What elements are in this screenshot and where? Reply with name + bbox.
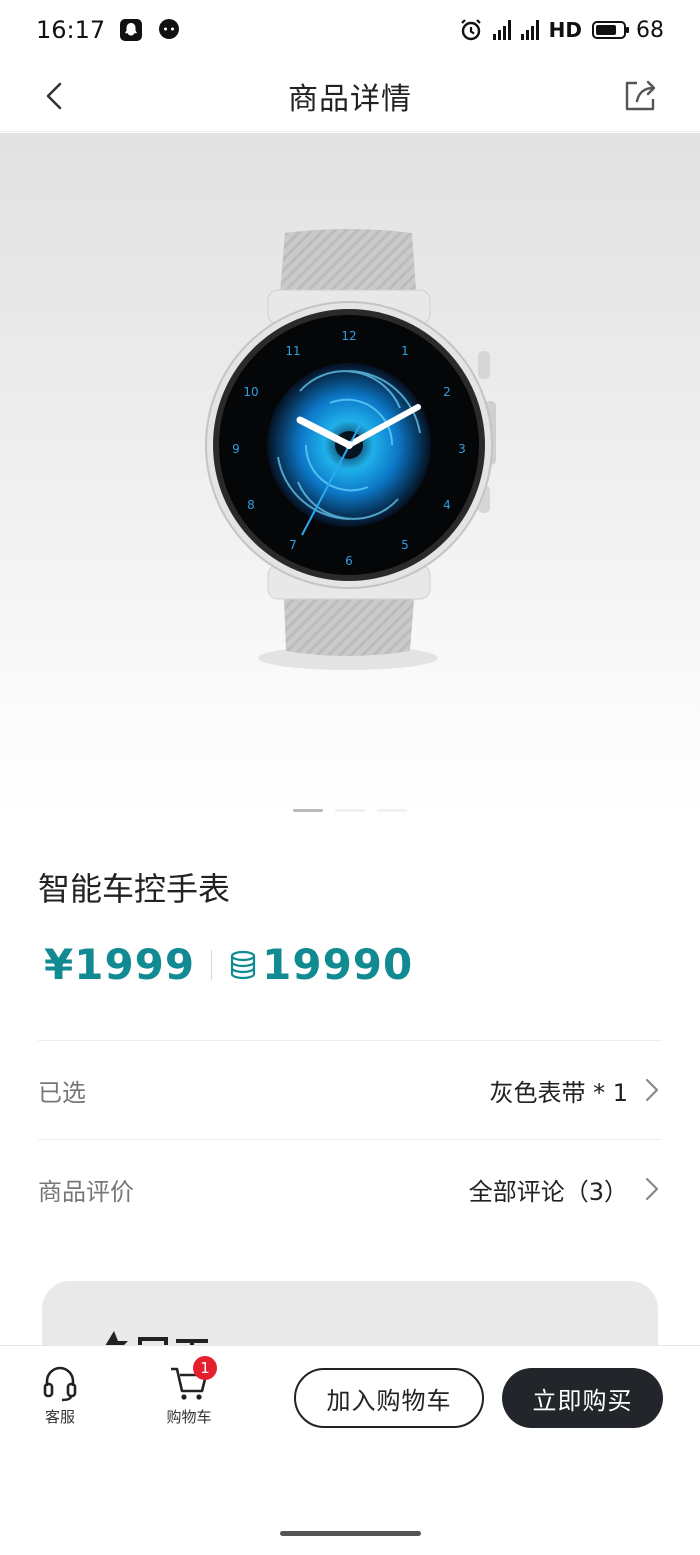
- watch-number: 1: [401, 344, 409, 358]
- status-bar: 16:17 HD 68: [0, 0, 700, 60]
- reviews-label: 商品评价: [38, 1177, 134, 1206]
- selected-spec-row[interactable]: 已选 灰色表带 * 1: [38, 1050, 662, 1130]
- carousel-dot: [377, 809, 407, 812]
- status-time: 16:17: [36, 16, 106, 44]
- bottom-action-bar: 客服 1 购物车 加入购物车 立即购买: [0, 1345, 700, 1555]
- price-cny: ¥1999: [44, 940, 196, 989]
- watch-number: 5: [401, 538, 409, 552]
- add-to-cart-button[interactable]: 加入购物车: [294, 1368, 484, 1428]
- price-points: 19990: [262, 940, 414, 989]
- home-indicator[interactable]: [280, 1531, 421, 1536]
- reviews-row[interactable]: 商品评价 全部评论（3）: [38, 1149, 662, 1229]
- watch-number: 8: [247, 498, 255, 512]
- customer-service-button[interactable]: 客服: [25, 1364, 95, 1427]
- alarm-icon: [460, 19, 481, 41]
- cart-label: 购物车: [166, 1408, 212, 1426]
- selected-label: 已选: [38, 1078, 86, 1107]
- cart-badge: 1: [193, 1356, 217, 1380]
- watch-number: 7: [289, 538, 297, 552]
- price-row: ¥1999 19990: [44, 940, 413, 989]
- watch-number: 3: [458, 442, 466, 456]
- watch-number: 2: [443, 385, 451, 399]
- share-icon: [625, 80, 656, 111]
- back-button[interactable]: [34, 76, 74, 116]
- carousel-dot: [293, 809, 323, 812]
- watch-number: 6: [345, 554, 353, 568]
- product-name: 智能车控手表: [38, 870, 231, 908]
- battery-icon: [592, 21, 629, 39]
- headset-icon: [43, 1366, 77, 1402]
- coins-icon: [231, 950, 256, 979]
- carousel-indicator: [0, 809, 700, 812]
- signal-5g-icon: [520, 20, 539, 40]
- watch-number: 12: [341, 329, 356, 343]
- selected-value: 灰色表带 * 1: [489, 1078, 628, 1107]
- smartwatch-photo: 12 1 2 3 4 5 6 7 8 9 10 11: [205, 229, 496, 670]
- chevron-right-icon: [645, 1078, 659, 1102]
- customer-service-label: 客服: [44, 1408, 75, 1426]
- carousel-dot: [335, 809, 365, 812]
- chevron-left-icon: [46, 82, 62, 110]
- product-image[interactable]: 12 1 2 3 4 5 6 7 8 9 10 11: [0, 133, 700, 815]
- chevron-right-icon: [645, 1177, 659, 1201]
- share-button[interactable]: [618, 74, 662, 118]
- battery-level: 68: [636, 17, 664, 43]
- nav-bar: 商品详情: [0, 60, 700, 132]
- watch-number: 9: [232, 442, 240, 456]
- cart-button[interactable]: 1 购物车: [154, 1356, 224, 1427]
- reviews-value: 全部评论（3）: [468, 1177, 628, 1206]
- divider: [38, 1139, 662, 1140]
- network-label: HD: [548, 18, 582, 42]
- qq-icon: [120, 19, 143, 41]
- watch-number: 4: [443, 498, 451, 512]
- watch-number: 10: [243, 385, 258, 399]
- signal-5g-icon: [492, 20, 511, 40]
- watch-number: 11: [285, 344, 300, 358]
- buy-now-button[interactable]: 立即购买: [502, 1368, 663, 1428]
- price-separator: [211, 949, 213, 980]
- wechat-icon: [159, 19, 180, 39]
- divider: [38, 1040, 662, 1041]
- page-title: 商品详情: [288, 81, 412, 117]
